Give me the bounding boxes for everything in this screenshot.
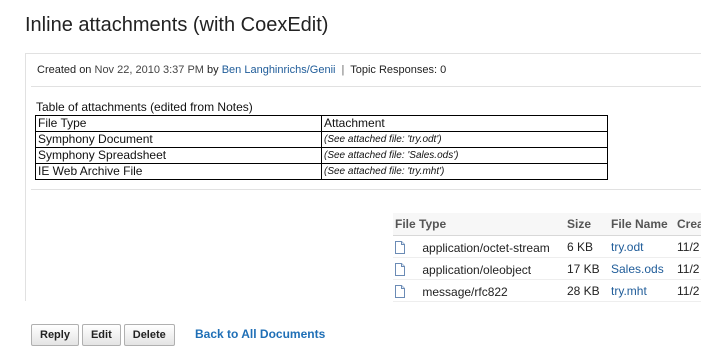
table-row: Symphony Spreadsheet (See attached file:… xyxy=(35,147,608,164)
file-name-cell: try.odt xyxy=(609,235,675,258)
delete-button[interactable]: Delete xyxy=(123,324,175,346)
meta-divider xyxy=(31,86,701,87)
content-divider xyxy=(31,189,701,190)
file-row: application/octet-stream 6 KB try.odt 11… xyxy=(393,235,701,258)
row-file-type: Symphony Spreadsheet xyxy=(35,147,322,164)
document-icon xyxy=(395,240,405,254)
document-icon xyxy=(395,284,405,298)
file-created: 11/2 xyxy=(675,257,701,280)
file-row: application/oleobject 17 KB Sales.ods 11… xyxy=(393,257,701,280)
by-label: by xyxy=(207,64,219,76)
created-label: Created on xyxy=(37,64,92,76)
file-type-cell: application/octet-stream xyxy=(393,235,565,258)
column-file-type[interactable]: File Type xyxy=(393,213,565,236)
file-row: message/rfc822 28 KB try.mht 11/2 xyxy=(393,279,701,302)
document-icon xyxy=(395,262,405,276)
file-type: message/rfc822 xyxy=(422,284,508,299)
file-type: application/octet-stream xyxy=(422,240,550,255)
edit-button[interactable]: Edit xyxy=(81,324,121,346)
file-size: 6 KB xyxy=(565,235,609,258)
file-type-cell: application/oleobject xyxy=(393,257,565,280)
header-attachment: Attachment xyxy=(321,115,608,132)
file-created: 11/2 xyxy=(675,235,701,258)
file-type: application/oleobject xyxy=(422,262,532,277)
file-created: 11/2 xyxy=(675,279,701,302)
topic-responses: Topic Responses: 0 xyxy=(350,64,447,76)
header-file-type: File Type xyxy=(35,115,322,132)
author-link[interactable]: Ben Langhinrichs/Genii xyxy=(222,64,336,76)
table-caption: Table of attachments (edited from Notes) xyxy=(36,100,253,114)
action-buttons: Reply Edit Delete xyxy=(31,324,178,346)
table-row: IE Web Archive File (See attached file: … xyxy=(35,163,608,180)
file-name-cell: try.mht xyxy=(609,279,675,302)
document-meta: Created on Nov 22, 2010 3:37 PM by Ben L… xyxy=(37,64,446,76)
column-file-name[interactable]: File Name xyxy=(609,213,675,236)
back-to-all-documents-link[interactable]: Back to All Documents xyxy=(195,327,325,341)
file-name-link[interactable]: try.odt xyxy=(611,240,643,254)
file-size: 17 KB xyxy=(565,257,609,280)
row-attachment-note: (See attached file: 'try.mht') xyxy=(321,163,608,180)
created-date: Nov 22, 2010 3:37 PM xyxy=(94,64,204,76)
file-list: File Type Size File Name Crea applicatio… xyxy=(393,213,701,302)
page-title: Inline attachments (with CoexEdit) xyxy=(25,14,329,36)
row-attachment-note: (See attached file: 'Sales.ods') xyxy=(321,147,608,164)
reply-button[interactable]: Reply xyxy=(31,324,79,346)
column-created[interactable]: Crea xyxy=(675,213,701,236)
row-file-type: Symphony Document xyxy=(35,131,322,148)
table-header-row: File Type Attachment xyxy=(35,115,608,132)
table-row: Symphony Document (See attached file: 't… xyxy=(35,131,608,148)
file-name-cell: Sales.ods xyxy=(609,257,675,280)
row-file-type: IE Web Archive File xyxy=(35,163,322,180)
file-type-cell: message/rfc822 xyxy=(393,279,565,302)
file-name-link[interactable]: Sales.ods xyxy=(611,262,664,276)
file-size: 28 KB xyxy=(565,279,609,302)
attachments-table: File Type Attachment Symphony Document (… xyxy=(35,115,608,180)
file-list-header: File Type Size File Name Crea xyxy=(393,213,701,236)
meta-separator: | xyxy=(341,64,345,76)
column-size[interactable]: Size xyxy=(565,213,609,236)
file-name-link[interactable]: try.mht xyxy=(611,284,647,298)
row-attachment-note: (See attached file: 'try.odt') xyxy=(321,131,608,148)
